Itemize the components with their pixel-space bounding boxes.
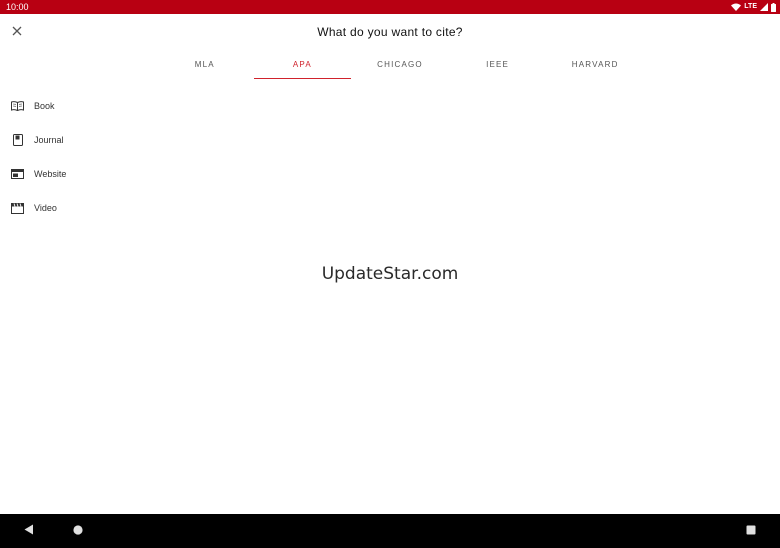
source-label-website: Website (34, 169, 67, 179)
source-item-website[interactable]: Website (0, 157, 200, 191)
source-item-video[interactable]: Video (0, 191, 200, 225)
source-type-list: Book Journal Website Video (0, 89, 200, 225)
journal-icon (11, 134, 24, 147)
signal-icon (760, 3, 768, 11)
tab-apa[interactable]: APA (253, 52, 352, 80)
book-icon (11, 100, 24, 113)
app-header: What do you want to cite? (0, 14, 780, 52)
status-time: 10:00 (6, 2, 29, 12)
wifi-icon (731, 3, 742, 11)
tab-chicago[interactable]: CHICAGO (351, 52, 449, 80)
tab-ieee[interactable]: IEEE (449, 52, 547, 80)
recents-button[interactable] (743, 523, 759, 539)
website-icon (11, 168, 24, 181)
status-icons: LTE (731, 2, 776, 12)
citation-style-tabs: MLA APA CHICAGO IEEE HARVARD (156, 52, 644, 80)
home-icon[interactable] (73, 522, 83, 540)
battery-icon (771, 2, 776, 12)
source-item-journal[interactable]: Journal (0, 123, 200, 157)
tab-mla[interactable]: MLA (156, 52, 254, 80)
video-icon (11, 202, 24, 215)
watermark-text: UpdateStar.com (321, 264, 459, 284)
home-button[interactable] (70, 523, 86, 539)
page-title: What do you want to cite? (317, 25, 463, 39)
recents-icon[interactable] (746, 522, 756, 540)
source-label-book: Book (34, 101, 55, 111)
tab-harvard[interactable]: HARVARD (546, 52, 644, 80)
network-label: LTE (744, 3, 757, 10)
source-label-journal: Journal (34, 135, 64, 145)
source-label-video: Video (34, 203, 57, 213)
status-bar: 10:00 LTE (0, 0, 780, 14)
navigation-bar (0, 514, 780, 548)
back-icon[interactable] (24, 522, 34, 540)
back-button[interactable] (21, 523, 37, 539)
source-item-book[interactable]: Book (0, 89, 200, 123)
